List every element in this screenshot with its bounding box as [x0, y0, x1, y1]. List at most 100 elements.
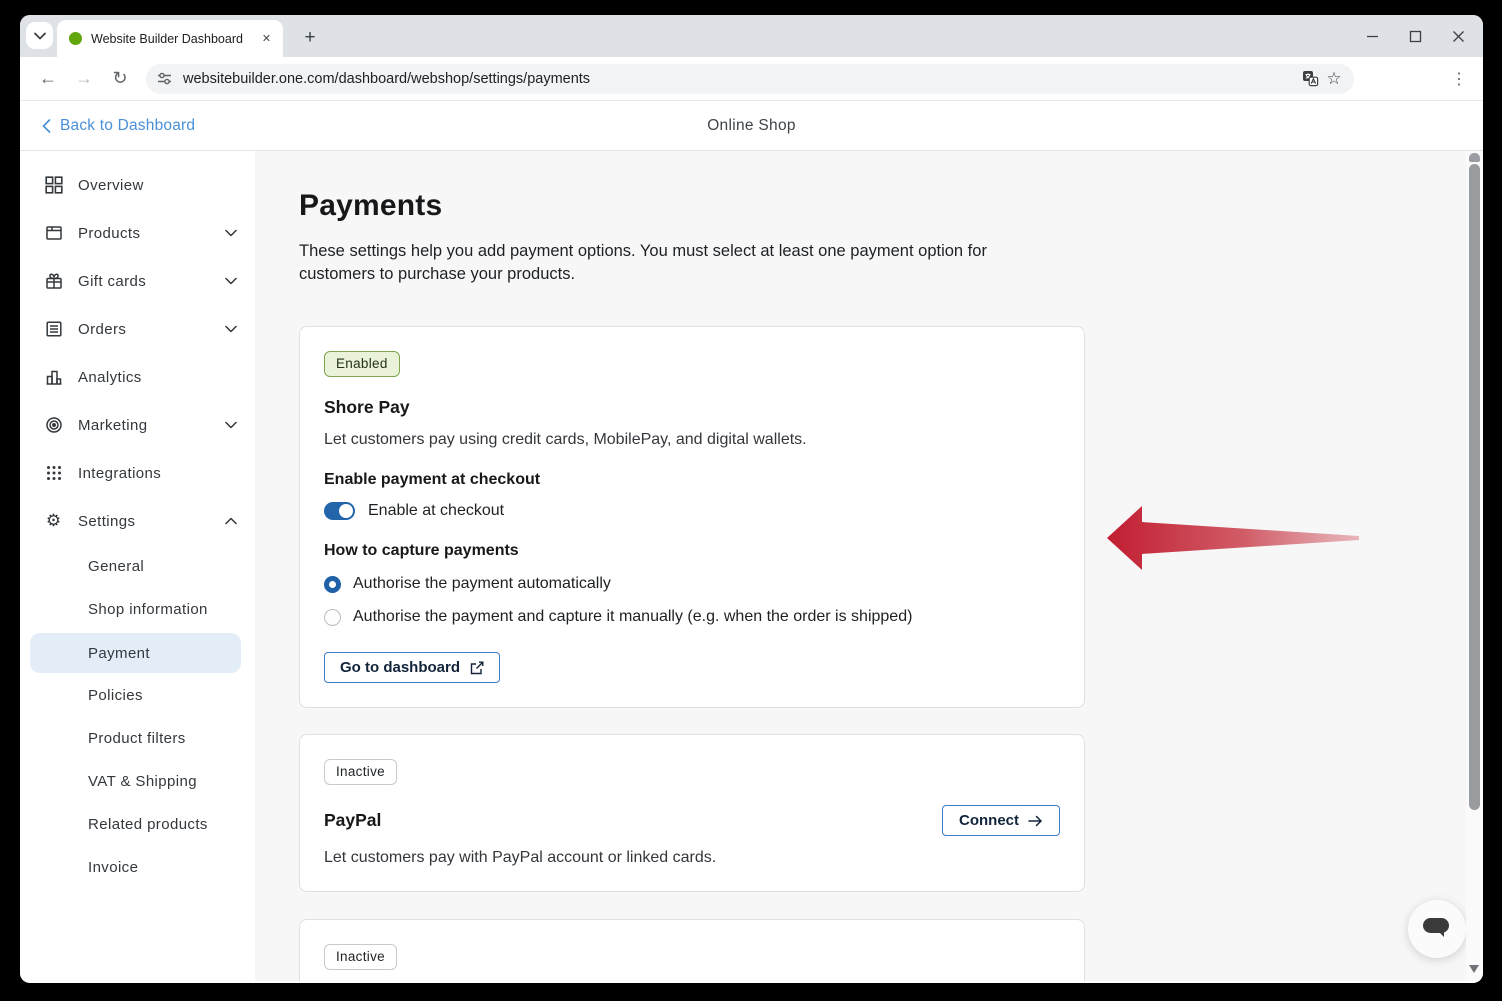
- status-badge: Enabled: [324, 351, 400, 377]
- page-context-title: Online Shop: [707, 117, 796, 135]
- radio-authorise-automatically[interactable]: [324, 576, 341, 593]
- sidebar-item-gift-cards[interactable]: Gift cards: [20, 257, 255, 305]
- tab-search-button[interactable]: [26, 22, 53, 49]
- reload-icon[interactable]: ↻: [105, 64, 135, 94]
- integrations-dots-icon: [44, 464, 63, 483]
- go-to-dashboard-label: Go to dashboard: [340, 659, 460, 676]
- sidebar-item-label: Products: [78, 225, 225, 242]
- chat-widget-button[interactable]: [1408, 900, 1466, 958]
- shorepay-card: Enabled Shore Pay Let customers pay usin…: [299, 326, 1085, 708]
- sidebar-item-label: Analytics: [78, 369, 237, 386]
- sidebar-item-product-filters[interactable]: Product filters: [30, 717, 241, 760]
- scrollbar[interactable]: [1466, 151, 1483, 981]
- page-title: Payments: [299, 189, 1483, 223]
- browser-menu-icon[interactable]: ⋮: [1445, 65, 1473, 93]
- sidebar-item-payment[interactable]: Payment: [30, 633, 241, 673]
- sidebar-item-label: Settings: [78, 513, 225, 530]
- sidebar-item-general[interactable]: General: [30, 545, 241, 588]
- sidebar-item-settings[interactable]: ⚙ Settings: [20, 497, 255, 545]
- tab-close-icon[interactable]: ✕: [258, 30, 275, 47]
- window-controls: [1366, 15, 1473, 57]
- browser-window: Website Builder Dashboard ✕ + ← → ↻ webs…: [20, 15, 1483, 983]
- site-settings-icon[interactable]: [156, 70, 173, 87]
- scrollbar-up-arrow[interactable]: [1469, 153, 1480, 162]
- red-annotation-arrow: [1105, 498, 1365, 578]
- connect-button[interactable]: Connect: [942, 805, 1060, 836]
- browser-tab[interactable]: Website Builder Dashboard ✕: [57, 20, 283, 57]
- app-header: Back to Dashboard Online Shop: [20, 101, 1483, 151]
- sidebar-item-vat-shipping[interactable]: VAT & Shipping: [30, 760, 241, 803]
- analytics-bar-chart-icon: [44, 368, 63, 387]
- main-panel: Payments These settings help you add pay…: [255, 151, 1483, 981]
- sidebar-item-invoice[interactable]: Invoice: [30, 846, 241, 889]
- gear-icon: ⚙: [44, 512, 63, 531]
- sidebar-item-label: Integrations: [78, 465, 237, 482]
- sidebar-item-policies[interactable]: Policies: [30, 674, 241, 717]
- overview-grid-icon: [44, 176, 63, 195]
- translate-icon[interactable]: [1298, 67, 1322, 91]
- sidebar-item-orders[interactable]: Orders: [20, 305, 255, 353]
- tab-title: Website Builder Dashboard: [91, 32, 258, 46]
- radio-label: Authorise the payment and capture it man…: [353, 608, 912, 626]
- sidebar-item-related-products[interactable]: Related products: [30, 803, 241, 846]
- provider-description: Let customers pay using credit cards, Mo…: [324, 431, 1060, 449]
- tab-favicon: [69, 32, 82, 45]
- back-to-dashboard-link[interactable]: Back to Dashboard: [42, 117, 195, 135]
- browser-toolbar: ← → ↻ websitebuilder.one.com/dashboard/w…: [20, 57, 1483, 101]
- sidebar-item-products[interactable]: Products: [20, 209, 255, 257]
- forward-icon[interactable]: →: [69, 64, 99, 94]
- chevron-up-icon: [225, 517, 237, 525]
- sidebar-item-label: Gift cards: [78, 273, 225, 290]
- arrow-right-icon: [1028, 815, 1043, 827]
- status-badge: Inactive: [324, 759, 397, 785]
- sidebar-item-label: Marketing: [78, 417, 225, 434]
- scrollbar-down-arrow[interactable]: [1469, 965, 1479, 973]
- radio-capture-manually[interactable]: [324, 609, 341, 626]
- external-link-icon: [470, 661, 484, 675]
- sidebar-item-label: Overview: [78, 177, 237, 194]
- chevron-left-icon: [42, 119, 51, 133]
- new-tab-button[interactable]: +: [296, 24, 324, 52]
- paypal-card: Inactive PayPal Connect Let customers pa…: [299, 734, 1085, 892]
- enable-checkout-toggle[interactable]: [324, 502, 355, 520]
- scrollbar-thumb[interactable]: [1469, 164, 1480, 810]
- url-text[interactable]: websitebuilder.one.com/dashboard/webshop…: [183, 71, 1298, 87]
- page-intro: These settings help you add payment opti…: [299, 240, 1005, 286]
- url-bar[interactable]: websitebuilder.one.com/dashboard/webshop…: [146, 64, 1354, 94]
- chevron-down-icon: [34, 32, 46, 40]
- maximize-icon[interactable]: [1409, 30, 1422, 43]
- minimize-icon[interactable]: [1366, 30, 1379, 43]
- status-badge: Inactive: [324, 944, 397, 970]
- bookmark-star-icon[interactable]: ☆: [1322, 67, 1346, 91]
- chevron-down-icon: [225, 325, 237, 333]
- back-to-dashboard-label: Back to Dashboard: [60, 117, 195, 135]
- chevron-down-icon: [225, 421, 237, 429]
- products-box-icon: [44, 224, 63, 243]
- tab-strip: Website Builder Dashboard ✕ +: [20, 15, 1483, 57]
- sidebar-item-integrations[interactable]: Integrations: [20, 449, 255, 497]
- provider-description: Let customers pay with PayPal account or…: [324, 849, 1060, 867]
- back-icon[interactable]: ←: [33, 64, 63, 94]
- third-payment-card: Inactive: [299, 919, 1085, 981]
- sidebar-item-overview[interactable]: Overview: [20, 161, 255, 209]
- sidebar: Overview Products Gift cards: [20, 151, 255, 981]
- content-area: Overview Products Gift cards: [20, 151, 1483, 981]
- sidebar-item-analytics[interactable]: Analytics: [20, 353, 255, 401]
- connect-label: Connect: [959, 812, 1019, 829]
- provider-name: Shore Pay: [324, 397, 1060, 418]
- chevron-down-icon: [225, 277, 237, 285]
- marketing-target-icon: [44, 416, 63, 435]
- toggle-section-title: Enable payment at checkout: [324, 471, 1060, 489]
- toggle-label: Enable at checkout: [368, 502, 504, 520]
- sidebar-item-shop-information[interactable]: Shop information: [30, 588, 241, 631]
- go-to-dashboard-button[interactable]: Go to dashboard: [324, 652, 500, 683]
- sidebar-item-label: Orders: [78, 321, 225, 338]
- radio-label: Authorise the payment automatically: [353, 575, 611, 593]
- orders-list-icon: [44, 320, 63, 339]
- sidebar-item-marketing[interactable]: Marketing: [20, 401, 255, 449]
- gift-icon: [44, 272, 63, 291]
- close-icon[interactable]: [1452, 30, 1465, 43]
- chat-bubble-icon: [1422, 916, 1452, 942]
- chevron-down-icon: [225, 229, 237, 237]
- provider-name: PayPal: [324, 810, 381, 831]
